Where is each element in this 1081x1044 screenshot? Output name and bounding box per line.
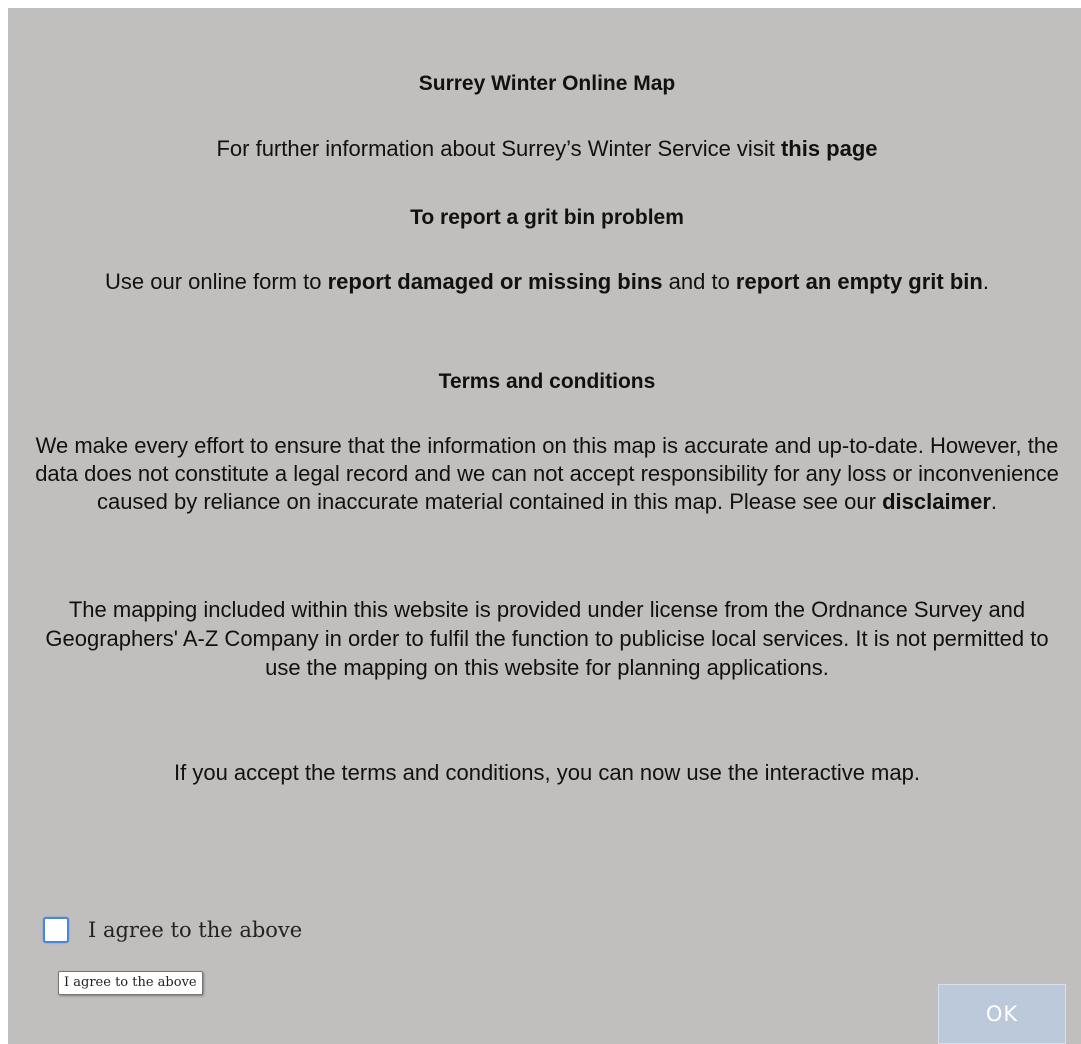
grit-text-part2: and to: [662, 269, 736, 294]
grit-text-part3: .: [982, 269, 989, 294]
info-paragraph: For further information about Surrey’s W…: [32, 135, 1062, 162]
report-damaged-bins-link[interactable]: report damaged or missing bins: [328, 269, 663, 294]
ok-button[interactable]: OK: [938, 984, 1066, 1044]
agree-label[interactable]: I agree to the above: [88, 918, 302, 942]
info-text: For further information about Surrey’s W…: [216, 136, 781, 161]
agree-checkbox[interactable]: [43, 917, 69, 943]
accept-paragraph: If you accept the terms and conditions, …: [174, 760, 920, 785]
terms-heading: Terms and conditions: [438, 370, 656, 393]
terms-text-end: .: [990, 489, 998, 514]
report-empty-bin-link[interactable]: report an empty grit bin: [736, 269, 983, 294]
grit-bin-paragraph: Use our online form to report damaged or…: [32, 268, 1062, 295]
disclaimer-link[interactable]: disclaimer: [882, 489, 991, 514]
this-page-link[interactable]: this page: [781, 136, 878, 161]
agree-tooltip: I agree to the above: [58, 971, 203, 995]
terms-paragraph: We make every effort to ensure that the …: [32, 432, 1062, 516]
terms-dialog: Surrey Winter Online Map For further inf…: [8, 8, 1081, 1044]
agree-row[interactable]: I agree to the above: [43, 914, 302, 946]
grit-bin-heading: To report a grit bin problem: [410, 206, 684, 229]
mapping-license-paragraph: The mapping included within this website…: [45, 597, 1049, 680]
dialog-title: Surrey Winter Online Map: [418, 72, 676, 95]
grit-text-part1: Use our online form to: [105, 269, 328, 294]
